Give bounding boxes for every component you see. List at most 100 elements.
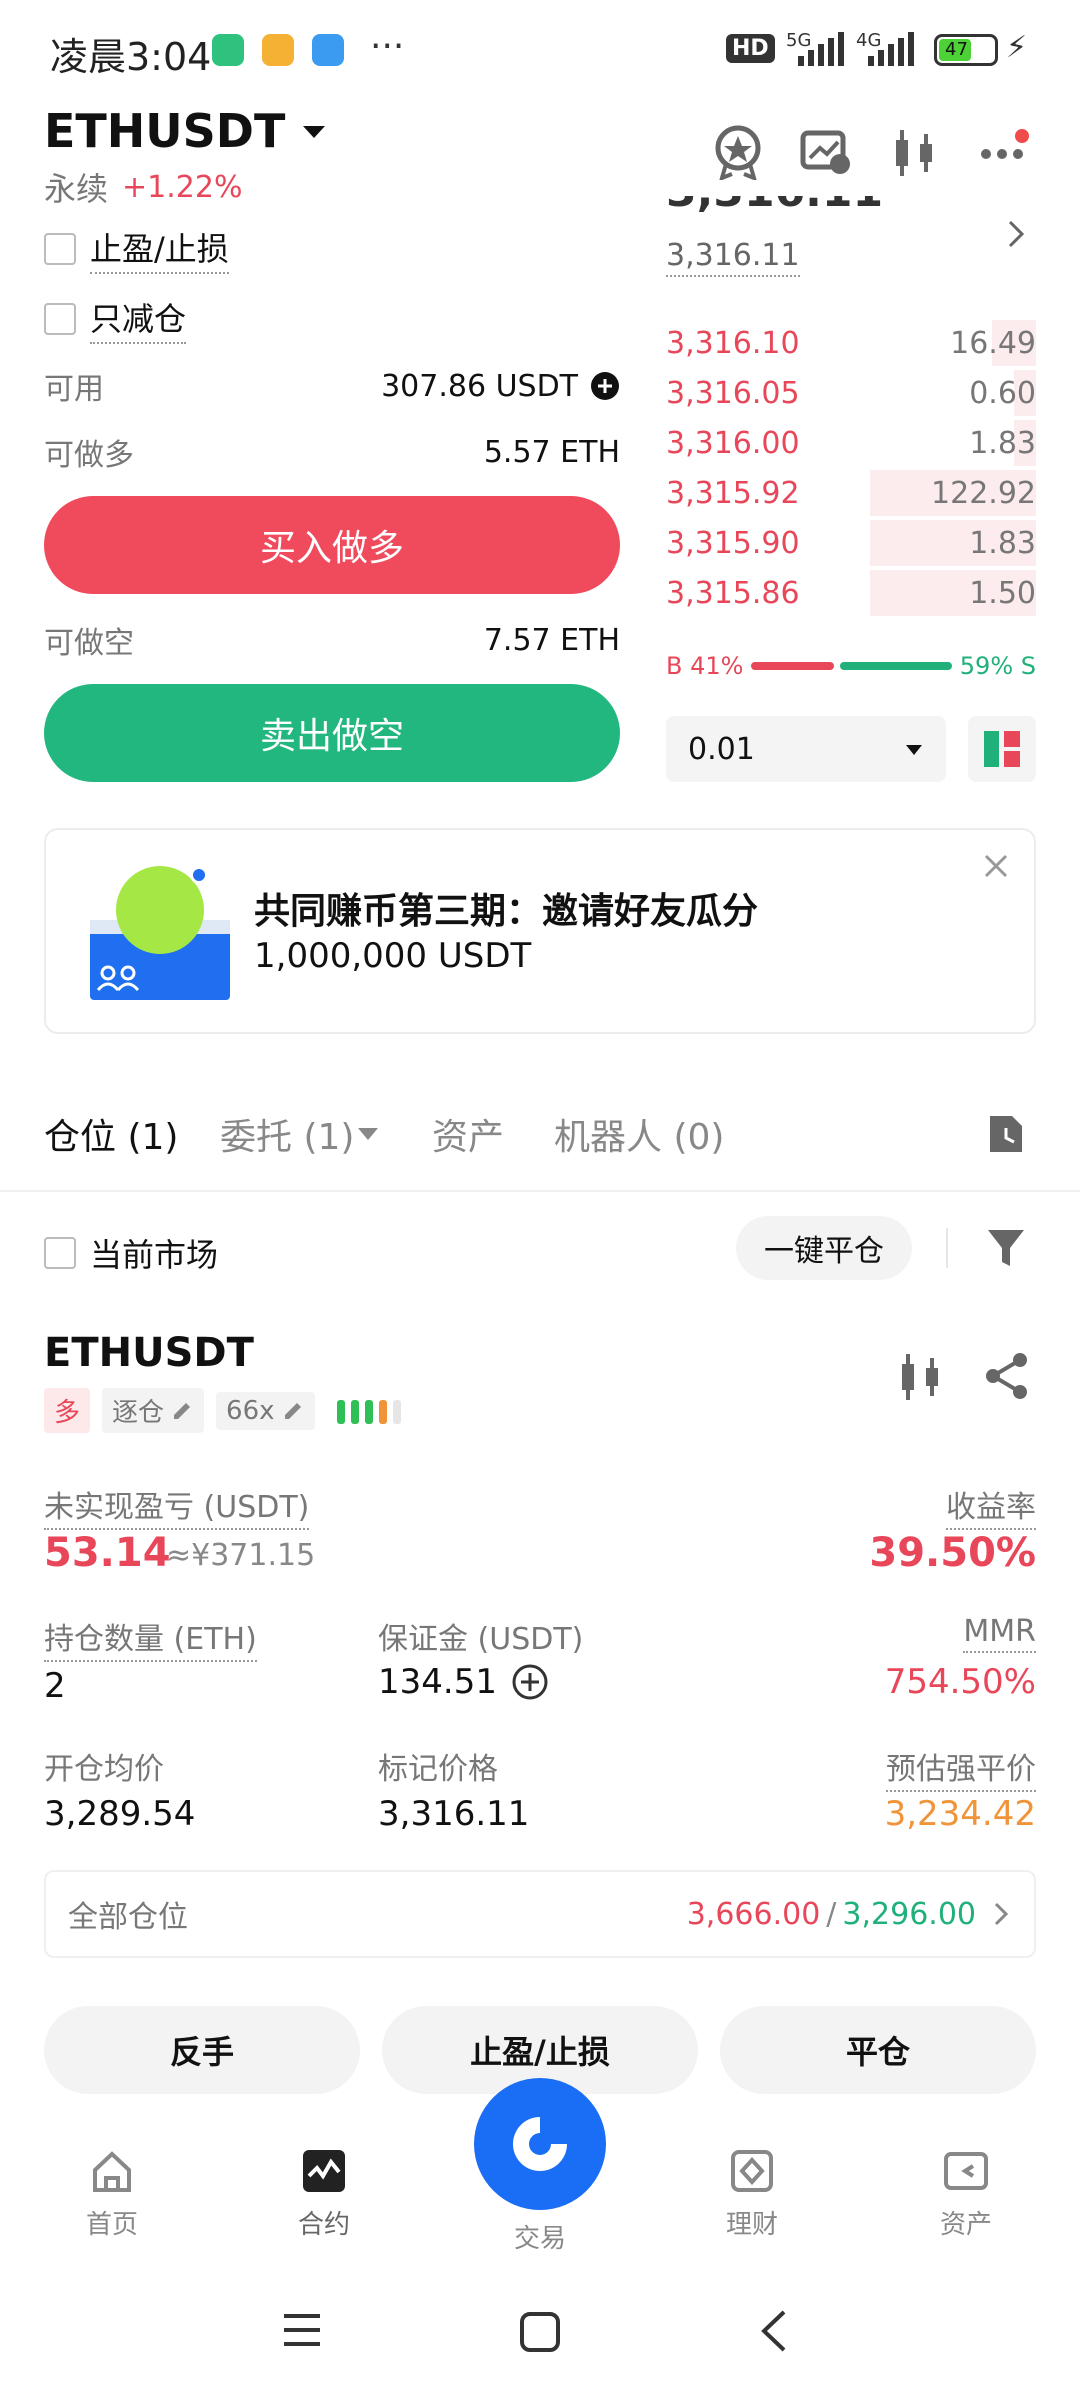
orderbook-row[interactable]: 3,315.90 1.83 bbox=[666, 518, 1036, 568]
chevron-right-icon[interactable] bbox=[1004, 218, 1028, 250]
order-history-icon[interactable] bbox=[986, 1112, 1026, 1156]
buy-long-button[interactable]: 买入做多 bbox=[44, 496, 620, 594]
ask-price: 3,315.92 bbox=[666, 475, 800, 511]
nav-home-label: 首页 bbox=[85, 2210, 138, 2240]
ask-qty: 1.50 bbox=[969, 575, 1036, 611]
upl-value: 53.14 bbox=[44, 1530, 171, 1576]
add-funds-icon[interactable] bbox=[590, 371, 620, 401]
precision-select[interactable]: 0.01 bbox=[666, 716, 946, 782]
close-all-button[interactable]: 一键平仓 bbox=[736, 1216, 912, 1280]
can-long-value: 5.57 ETH bbox=[483, 434, 620, 470]
reward-icon[interactable] bbox=[712, 124, 764, 180]
candlestick-icon[interactable] bbox=[890, 128, 938, 178]
ask-price: 3,316.05 bbox=[666, 375, 800, 411]
tp-sl-check[interactable] bbox=[44, 233, 76, 265]
mmr-value: 754.50% bbox=[884, 1662, 1036, 1702]
notes-notification-icon bbox=[262, 34, 294, 66]
nav-assets-label: 资产 bbox=[939, 2210, 992, 2240]
tab-assets[interactable]: 资产 bbox=[432, 1108, 504, 1160]
orderbook-row[interactable]: 3,315.92 122.92 bbox=[666, 468, 1036, 518]
home-button-icon[interactable] bbox=[518, 2310, 562, 2354]
filter-divider bbox=[946, 1228, 948, 1268]
caret-down-icon bbox=[303, 126, 326, 138]
buy-sell-ratio: B 41% 59% S bbox=[666, 652, 1036, 680]
back-icon[interactable] bbox=[756, 2308, 792, 2354]
nav-trade-label: 交易 bbox=[513, 2224, 566, 2254]
cut-price: 3,316.11 bbox=[666, 196, 883, 217]
leverage-label: 66x bbox=[226, 1395, 275, 1426]
current-market-checkbox[interactable]: 当前市场 bbox=[44, 1230, 218, 1276]
current-market-check[interactable] bbox=[44, 1237, 76, 1269]
entry-label: 开仓均价 bbox=[44, 1752, 164, 1787]
margin-mode-badge[interactable]: 逐仓 bbox=[102, 1388, 205, 1433]
nav-earn[interactable]: 理财 bbox=[692, 2148, 812, 2241]
precision-value: 0.01 bbox=[688, 731, 755, 767]
filter-icon[interactable] bbox=[986, 1226, 1026, 1270]
share-icon[interactable] bbox=[984, 1352, 1030, 1400]
trade-fab[interactable] bbox=[474, 2078, 606, 2210]
charging-icon: ⚡ bbox=[1006, 30, 1028, 65]
sell-ratio-bar bbox=[839, 662, 952, 670]
contract-type: 永续 bbox=[44, 170, 109, 208]
promo-banner[interactable]: 共同赚币第三期：邀请好友瓜分 1,000,000 USDT bbox=[44, 828, 1036, 1034]
margin-value: 134.51 bbox=[378, 1662, 497, 1702]
all-positions-row[interactable]: 全部仓位 3,666.00 / 3,296.00 bbox=[44, 1870, 1036, 1958]
ask-qty: 1.83 bbox=[969, 525, 1036, 561]
orderbook-layout-button[interactable] bbox=[968, 716, 1036, 782]
nav-futures-label: 合约 bbox=[297, 2210, 350, 2240]
nav-assets[interactable]: 资产 bbox=[906, 2148, 1026, 2241]
side-badge: 多 bbox=[44, 1388, 91, 1433]
sell-ratio: 59% S bbox=[959, 652, 1036, 680]
add-margin-icon[interactable] bbox=[511, 1663, 549, 1701]
liq-value: 3,234.42 bbox=[884, 1794, 1036, 1834]
size-value: 2 bbox=[44, 1666, 66, 1706]
ask-price: 3,316.00 bbox=[666, 425, 800, 461]
tp-sl-checkbox[interactable]: 止盈/止损 bbox=[44, 224, 229, 274]
entry-value: 3,289.54 bbox=[44, 1794, 196, 1834]
tpsl-label: 止盈/止损 bbox=[470, 2033, 610, 2071]
orderbook-row[interactable]: 3,316.00 1.83 bbox=[666, 418, 1036, 468]
nav-futures[interactable]: 合约 bbox=[264, 2148, 384, 2241]
orderbook-row[interactable]: 3,316.10 16.49 bbox=[666, 318, 1036, 368]
orderbook-row[interactable]: 3,315.86 1.50 bbox=[666, 568, 1036, 618]
menu-icon[interactable] bbox=[280, 2310, 324, 2350]
reduce-only-check[interactable] bbox=[44, 303, 76, 335]
orderbook: 3,316.11 3,316.11 bbox=[666, 196, 1036, 326]
orderbook-row[interactable]: 3,316.05 0.60 bbox=[666, 368, 1036, 418]
chart-settings-icon[interactable] bbox=[800, 130, 852, 176]
nav-home[interactable]: 首页 bbox=[52, 2148, 172, 2241]
nav-trade[interactable]: 交易 bbox=[464, 2078, 616, 2255]
leverage-badge[interactable]: 66x bbox=[216, 1391, 315, 1430]
available-label: 可用 bbox=[44, 372, 104, 407]
status-time: 凌晨3:04 bbox=[50, 35, 212, 79]
position-chart-icon[interactable] bbox=[898, 1352, 942, 1402]
banner-subtitle: 1,000,000 USDT bbox=[254, 936, 532, 976]
layout-icon bbox=[984, 731, 1020, 767]
reduce-only-checkbox[interactable]: 只减仓 bbox=[44, 294, 187, 344]
mark-value: 3,316.11 bbox=[378, 1794, 530, 1834]
more-menu-icon[interactable] bbox=[980, 124, 1030, 174]
home-icon bbox=[93, 2151, 131, 2192]
tab-positions[interactable]: 仓位 (1) bbox=[44, 1108, 178, 1160]
can-long-label: 可做多 bbox=[44, 438, 134, 473]
roe-label: 收益率 bbox=[946, 1482, 1036, 1530]
close-position-button[interactable]: 平仓 bbox=[720, 2006, 1036, 2094]
chevron-down-icon bbox=[358, 1128, 378, 1140]
close-icon[interactable] bbox=[982, 852, 1010, 880]
orderbook-rows: 3,316.10 16.49 3,316.05 0.60 3,316.00 1.83 3,3… bbox=[666, 318, 1036, 618]
status-bar: 凌晨3:04 ··· HD 5G 4G 47 ⚡ bbox=[0, 0, 1080, 100]
roe-value: 39.50% bbox=[869, 1530, 1036, 1576]
current-market-label: 当前市场 bbox=[90, 1236, 219, 1274]
sell-short-button[interactable]: 卖出做空 bbox=[44, 684, 620, 782]
tab-orders[interactable]: 委托 (1) bbox=[220, 1108, 354, 1160]
close-position-label: 平仓 bbox=[845, 2033, 910, 2071]
symbol-selector[interactable]: ETHUSDT bbox=[44, 104, 329, 158]
nav-earn-label: 理财 bbox=[725, 2210, 778, 2240]
tab-bots[interactable]: 机器人 (0) bbox=[554, 1108, 724, 1160]
tp-sl-label: 止盈/止损 bbox=[90, 224, 229, 274]
ask-qty: 0.60 bbox=[969, 375, 1036, 411]
close-all-label: 一键平仓 bbox=[764, 1234, 884, 1269]
can-short-value: 7.57 ETH bbox=[483, 622, 620, 658]
reverse-button[interactable]: 反手 bbox=[44, 2006, 360, 2094]
sell-short-label: 卖出做空 bbox=[259, 716, 404, 757]
